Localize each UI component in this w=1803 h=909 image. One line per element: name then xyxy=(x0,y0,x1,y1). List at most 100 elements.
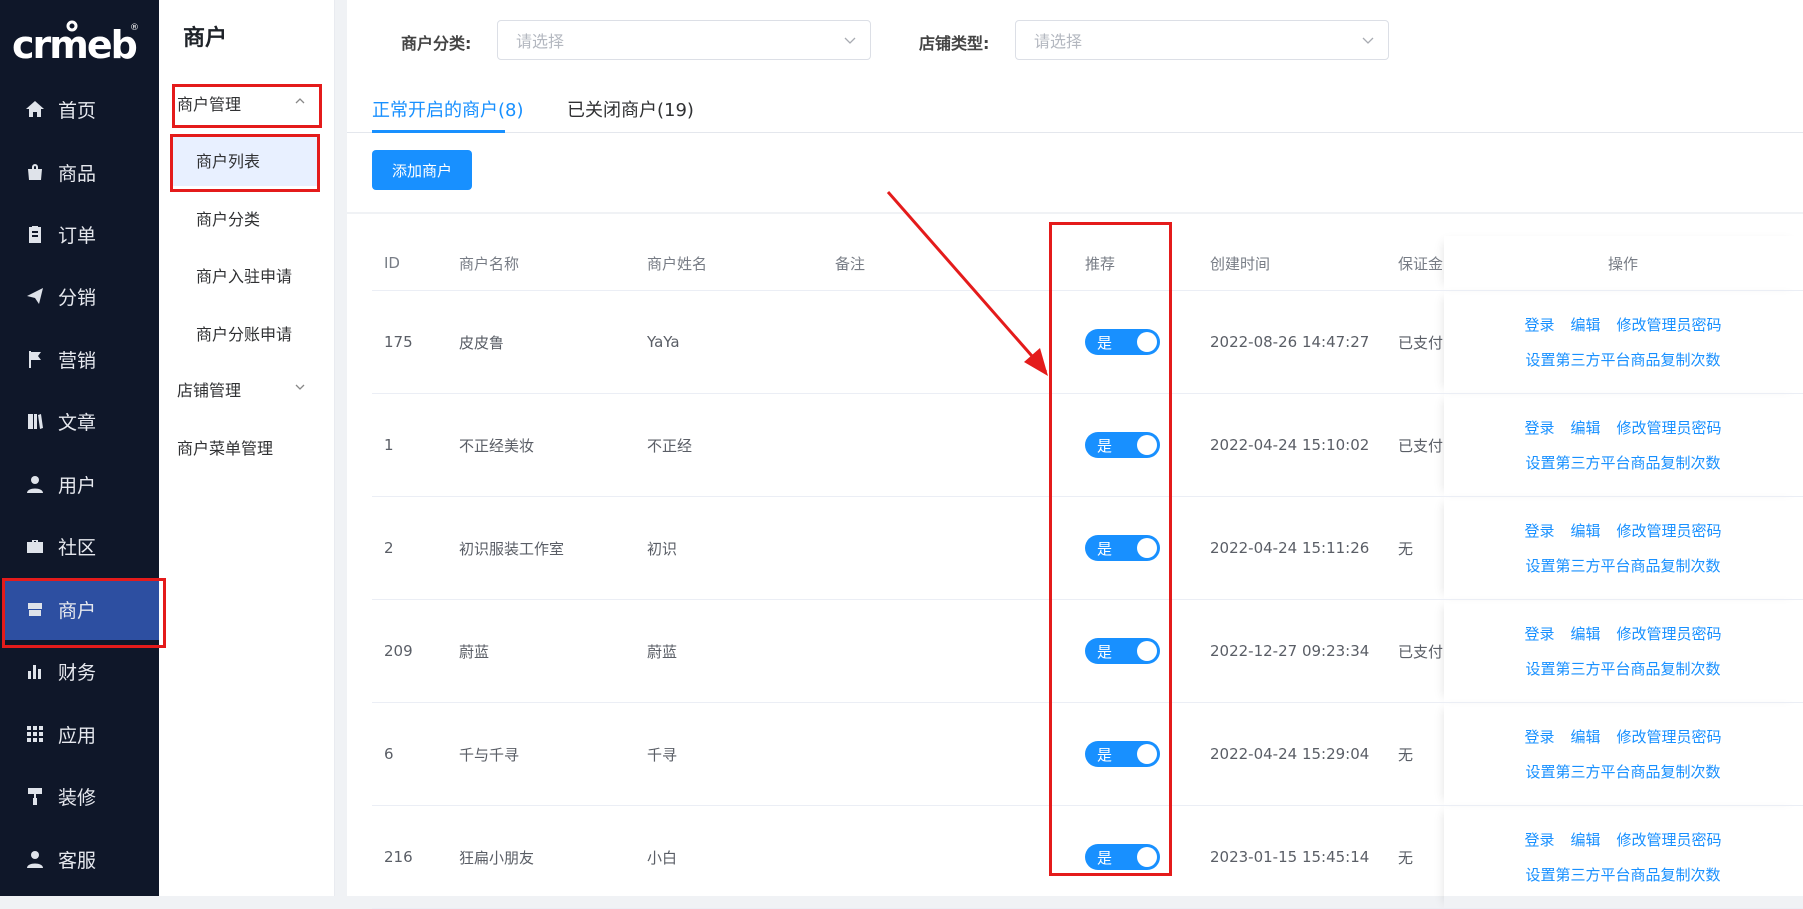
toggle-label: 是 xyxy=(1097,437,1113,455)
store-type-filter-label: 店铺类型: xyxy=(919,34,990,53)
add-merchant-button[interactable]: 添加商户 xyxy=(372,150,472,190)
nav-label: 文章 xyxy=(58,411,97,434)
cell-person-name: YaYa xyxy=(635,290,823,394)
table-row: 216 狂扁小朋友 小白是 2023-01-15 15:45:14 无登录 编辑 修改管理员… xyxy=(372,805,1803,909)
nav-label: 商户 xyxy=(58,599,97,622)
nav-label: 商品 xyxy=(58,162,97,185)
edit-link[interactable]: 编辑 xyxy=(1570,831,1600,849)
nav-item-distribution[interactable]: 分销 xyxy=(0,265,159,327)
change-admin-password-link[interactable]: 修改管理员密码 xyxy=(1617,831,1722,849)
cell-note xyxy=(823,702,1073,806)
briefcase-icon xyxy=(24,535,46,557)
submenu-item-merchant-list[interactable]: 商户列表 xyxy=(171,134,317,186)
set-copy-count-link[interactable]: 设置第三方平台商品复制次数 xyxy=(1525,866,1720,884)
edit-link[interactable]: 编辑 xyxy=(1570,728,1600,746)
nav-item-community[interactable]: 社区 xyxy=(0,515,159,577)
nav-label: 首页 xyxy=(58,99,97,122)
store-icon xyxy=(24,598,46,620)
recommend-toggle[interactable]: 是 xyxy=(1085,535,1160,561)
tab-closed-merchants[interactable]: 已关闭商户(19) xyxy=(567,96,694,122)
toggle-knob xyxy=(1137,538,1157,558)
cell-deposit: 已支付 xyxy=(1386,599,1444,703)
table-header-row: ID 商户名称 商户姓名 备注 推荐 创建时间 保证金 操作 xyxy=(372,236,1803,291)
cell-actions: 登录 编辑 修改管理员密码设置第三方平台商品复制次数 xyxy=(1444,599,1803,703)
main-sidebar: crmeb ® 首页 商品 订单 分销 营销 文章 用户 社区 商户 财务 应用… xyxy=(0,0,159,896)
nav-item-service[interactable]: 客服 xyxy=(0,828,159,890)
set-copy-count-link[interactable]: 设置第三方平台商品复制次数 xyxy=(1525,454,1720,472)
submenu-item-merchant-category[interactable]: 商户分类 xyxy=(171,192,317,244)
login-link[interactable]: 登录 xyxy=(1524,316,1554,334)
paint-roller-icon xyxy=(24,785,46,807)
store-type-select[interactable]: 请选择 xyxy=(1015,20,1389,60)
submenu-item-menu-management[interactable]: 商户菜单管理 xyxy=(177,426,317,468)
nav-item-users[interactable]: 用户 xyxy=(0,453,159,515)
cell-deposit: 已支付 xyxy=(1386,290,1444,394)
recommend-toggle[interactable]: 是 xyxy=(1085,432,1160,458)
recommend-toggle[interactable]: 是 xyxy=(1085,844,1160,870)
tab-open-merchants[interactable]: 正常开启的商户(8) xyxy=(372,96,524,122)
column-header-deposit: 保证金 xyxy=(1386,236,1444,291)
cell-actions: 登录 编辑 修改管理员密码设置第三方平台商品复制次数 xyxy=(1444,702,1803,806)
set-copy-count-link[interactable]: 设置第三方平台商品复制次数 xyxy=(1525,660,1720,678)
login-link[interactable]: 登录 xyxy=(1524,419,1554,437)
nav-label: 营销 xyxy=(58,349,97,372)
cell-recommend: 是 xyxy=(1073,290,1198,394)
grid-icon xyxy=(24,723,46,745)
nav-item-articles[interactable]: 文章 xyxy=(0,390,159,452)
recommend-toggle[interactable]: 是 xyxy=(1085,638,1160,664)
login-link[interactable]: 登录 xyxy=(1524,625,1554,643)
submenu-group-label: 店铺管理 xyxy=(177,381,242,400)
set-copy-count-link[interactable]: 设置第三方平台商品复制次数 xyxy=(1525,763,1720,781)
edit-link[interactable]: 编辑 xyxy=(1570,522,1600,540)
column-header-recommend: 推荐 xyxy=(1073,236,1198,291)
nav-item-marketing[interactable]: 营销 xyxy=(0,328,159,390)
category-select[interactable]: 请选择 xyxy=(497,20,871,60)
category-filter-label: 商户分类: xyxy=(401,34,472,53)
submenu-group-store-management[interactable]: 店铺管理 xyxy=(177,368,317,410)
cell-merchant-name: 皮皮鲁 xyxy=(447,290,635,394)
user-icon xyxy=(24,848,46,870)
cell-id: 216 xyxy=(372,805,447,909)
submenu-group-merchant-management[interactable]: 商户管理 xyxy=(177,82,317,124)
nav-item-orders[interactable]: 订单 xyxy=(0,203,159,265)
send-icon xyxy=(24,285,46,307)
nav-item-decoration[interactable]: 装修 xyxy=(0,765,159,827)
bar-chart-icon xyxy=(24,660,46,682)
toggle-knob xyxy=(1137,641,1157,661)
submenu-title: 商户 xyxy=(183,26,228,51)
edit-link[interactable]: 编辑 xyxy=(1570,625,1600,643)
cell-id: 2 xyxy=(372,496,447,600)
cell-person-name: 初识 xyxy=(635,496,823,600)
change-admin-password-link[interactable]: 修改管理员密码 xyxy=(1617,625,1722,643)
set-copy-count-link[interactable]: 设置第三方平台商品复制次数 xyxy=(1525,351,1720,369)
login-link[interactable]: 登录 xyxy=(1524,522,1554,540)
cell-recommend: 是 xyxy=(1073,599,1198,703)
nav-item-home[interactable]: 首页 xyxy=(0,78,159,140)
set-copy-count-link[interactable]: 设置第三方平台商品复制次数 xyxy=(1525,557,1720,575)
edit-link[interactable]: 编辑 xyxy=(1570,419,1600,437)
edit-link[interactable]: 编辑 xyxy=(1570,316,1600,334)
change-admin-password-link[interactable]: 修改管理员密码 xyxy=(1617,316,1722,334)
submenu-item-merchant-apply[interactable]: 商户入驻申请 xyxy=(171,249,317,301)
change-admin-password-link[interactable]: 修改管理员密码 xyxy=(1617,728,1722,746)
nav-label: 订单 xyxy=(58,224,97,247)
change-admin-password-link[interactable]: 修改管理员密码 xyxy=(1617,419,1722,437)
submenu-item-split-apply[interactable]: 商户分账申请 xyxy=(171,307,317,359)
cell-merchant-name: 狂扁小朋友 xyxy=(447,805,635,909)
nav-item-finance[interactable]: 财务 xyxy=(0,640,159,702)
change-admin-password-link[interactable]: 修改管理员密码 xyxy=(1617,522,1722,540)
login-link[interactable]: 登录 xyxy=(1524,831,1554,849)
nav-item-merchant[interactable]: 商户 xyxy=(4,578,159,640)
cell-deposit: 已支付 xyxy=(1386,393,1444,497)
submenu-item-label: 商户分类 xyxy=(196,210,261,229)
recommend-toggle[interactable]: 是 xyxy=(1085,741,1160,767)
svg-text:®: ® xyxy=(130,23,139,33)
column-header-note: 备注 xyxy=(823,236,1073,291)
nav-item-apps[interactable]: 应用 xyxy=(0,703,159,765)
login-link[interactable]: 登录 xyxy=(1524,728,1554,746)
cell-note xyxy=(823,290,1073,394)
toggle-label: 是 xyxy=(1097,746,1113,764)
nav-item-goods[interactable]: 商品 xyxy=(0,141,159,203)
recommend-toggle[interactable]: 是 xyxy=(1085,329,1160,355)
crmeb-logo[interactable]: crmeb ® xyxy=(12,16,142,68)
